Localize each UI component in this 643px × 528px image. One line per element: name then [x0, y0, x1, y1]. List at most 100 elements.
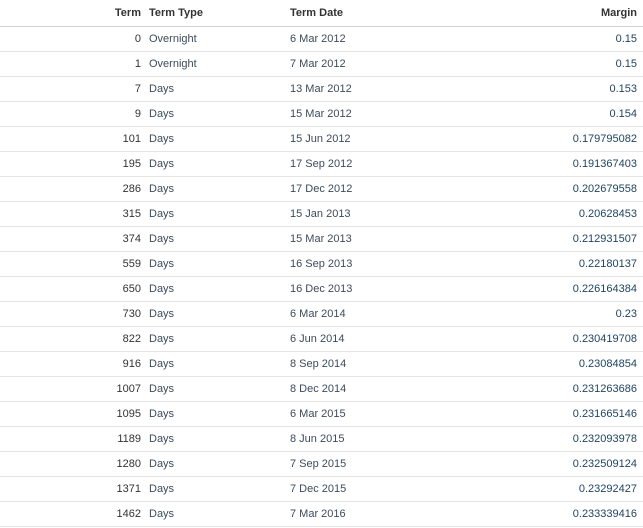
table-row[interactable]: 559 Days 16 Sep 2013 0.22180137 [0, 252, 643, 277]
cell-term-type: Days [149, 308, 175, 320]
column-header-term-type[interactable]: Term Type [145, 7, 287, 19]
table-row[interactable]: 0 Overnight 6 Mar 2012 0.15 [0, 27, 643, 52]
cell-term-type: Days [149, 483, 175, 495]
cell-term-date: 8 Sep 2014 [290, 358, 347, 370]
cell-term-type: Days [149, 358, 175, 370]
table-row[interactable]: 374 Days 15 Mar 2013 0.212931507 [0, 227, 643, 252]
cell-term-date: 7 Dec 2015 [290, 483, 347, 495]
table-row[interactable]: 650 Days 16 Dec 2013 0.226164384 [0, 277, 643, 302]
cell-margin: 0.212931507 [572, 233, 637, 245]
column-header-term[interactable]: Term [0, 7, 145, 19]
cell-term: 650 [122, 283, 141, 295]
table-row[interactable]: 195 Days 17 Sep 2012 0.191367403 [0, 152, 643, 177]
cell-margin: 0.191367403 [572, 158, 637, 170]
cell-term-date: 7 Mar 2012 [290, 58, 346, 70]
table-row[interactable]: 1189 Days 8 Jun 2015 0.232093978 [0, 427, 643, 452]
table-row[interactable]: 1 Overnight 7 Mar 2012 0.15 [0, 52, 643, 77]
cell-margin: 0.15 [615, 58, 637, 70]
cell-term: 9 [134, 108, 141, 120]
cell-term-type: Days [149, 408, 175, 420]
table-row[interactable]: 1095 Days 6 Mar 2015 0.231665146 [0, 402, 643, 427]
table-row[interactable]: 730 Days 6 Mar 2014 0.23 [0, 302, 643, 327]
cell-term-date: 16 Dec 2013 [290, 283, 353, 295]
cell-margin: 0.23292427 [578, 483, 637, 495]
cell-margin: 0.231665146 [572, 408, 637, 420]
cell-term-type: Days [149, 258, 175, 270]
cell-term: 559 [122, 258, 141, 270]
cell-term-type: Days [149, 333, 175, 345]
cell-term-type: Days [149, 208, 175, 220]
cell-margin: 0.232509124 [572, 458, 637, 470]
cell-margin: 0.226164384 [572, 283, 637, 295]
cell-term-date: 6 Mar 2014 [290, 308, 346, 320]
table-row[interactable]: 822 Days 6 Jun 2014 0.230419708 [0, 327, 643, 352]
table-body: 0 Overnight 6 Mar 2012 0.15 1 Overnight 7 Mar … [0, 27, 643, 527]
table-row[interactable]: 1280 Days 7 Sep 2015 0.232509124 [0, 452, 643, 477]
cell-margin: 0.23084854 [578, 358, 637, 370]
cell-term-date: 13 Mar 2012 [290, 83, 352, 95]
cell-margin: 0.179795082 [572, 133, 637, 145]
cell-term-date: 8 Jun 2015 [290, 433, 345, 445]
cell-term: 195 [122, 158, 141, 170]
cell-term-date: 15 Jun 2012 [290, 133, 351, 145]
cell-term: 374 [122, 233, 141, 245]
table-header-row: Term Term Type Term Date Margin [0, 0, 643, 27]
table-row[interactable]: 1371 Days 7 Dec 2015 0.23292427 [0, 477, 643, 502]
cell-term: 1095 [116, 408, 141, 420]
cell-margin: 0.15 [615, 33, 637, 45]
cell-term-type: Overnight [149, 58, 197, 70]
table-row[interactable]: 286 Days 17 Dec 2012 0.202679558 [0, 177, 643, 202]
cell-margin: 0.202679558 [572, 183, 637, 195]
cell-margin: 0.233339416 [572, 508, 637, 520]
table-row[interactable]: 101 Days 15 Jun 2012 0.179795082 [0, 127, 643, 152]
cell-term-type: Days [149, 233, 175, 245]
cell-margin: 0.154 [609, 108, 637, 120]
table-row[interactable]: 315 Days 15 Jan 2013 0.20628453 [0, 202, 643, 227]
cell-term: 1462 [116, 508, 141, 520]
cell-margin: 0.232093978 [572, 433, 637, 445]
cell-margin: 0.22180137 [578, 258, 637, 270]
cell-term-type: Days [149, 383, 175, 395]
table-row[interactable]: 9 Days 15 Mar 2012 0.154 [0, 102, 643, 127]
column-header-term-date[interactable]: Term Date [287, 7, 449, 19]
cell-margin: 0.230419708 [572, 333, 637, 345]
cell-margin: 0.23 [615, 308, 637, 320]
cell-margin: 0.231263686 [572, 383, 637, 395]
cell-term-date: 15 Mar 2012 [290, 108, 352, 120]
cell-term-type: Days [149, 158, 175, 170]
cell-term-date: 17 Sep 2012 [290, 158, 353, 170]
table-row[interactable]: 1462 Days 7 Mar 2016 0.233339416 [0, 502, 643, 527]
cell-term-type: Overnight [149, 33, 197, 45]
table-row[interactable]: 7 Days 13 Mar 2012 0.153 [0, 77, 643, 102]
cell-term: 0 [134, 33, 141, 45]
cell-term-date: 6 Mar 2012 [290, 33, 346, 45]
cell-term-type: Days [149, 508, 175, 520]
cell-term-date: 7 Sep 2015 [290, 458, 347, 470]
cell-term-date: 15 Jan 2013 [290, 208, 351, 220]
cell-term-type: Days [149, 183, 175, 195]
cell-term: 1007 [116, 383, 141, 395]
cell-margin: 0.20628453 [578, 208, 637, 220]
margin-table: Term Term Type Term Date Margin 0 Overnig… [0, 0, 643, 527]
cell-term-date: 17 Dec 2012 [290, 183, 353, 195]
cell-term-date: 6 Jun 2014 [290, 333, 345, 345]
cell-term-type: Days [149, 133, 175, 145]
cell-term: 1280 [116, 458, 141, 470]
cell-term-type: Days [149, 283, 175, 295]
cell-term: 286 [122, 183, 141, 195]
cell-term-date: 16 Sep 2013 [290, 258, 353, 270]
cell-term: 1371 [116, 483, 141, 495]
cell-term-date: 8 Dec 2014 [290, 383, 347, 395]
cell-margin: 0.153 [609, 83, 637, 95]
cell-term: 1189 [117, 433, 141, 445]
cell-term: 101 [122, 133, 141, 145]
cell-term: 822 [122, 333, 141, 345]
column-header-margin[interactable]: Margin [449, 7, 643, 19]
cell-term-date: 7 Mar 2016 [290, 508, 346, 520]
cell-term-type: Days [149, 433, 175, 445]
cell-term-type: Days [149, 83, 175, 95]
table-row[interactable]: 1007 Days 8 Dec 2014 0.231263686 [0, 377, 643, 402]
cell-term: 1 [134, 58, 141, 70]
cell-term-date: 15 Mar 2013 [290, 233, 352, 245]
table-row[interactable]: 916 Days 8 Sep 2014 0.23084854 [0, 352, 643, 377]
